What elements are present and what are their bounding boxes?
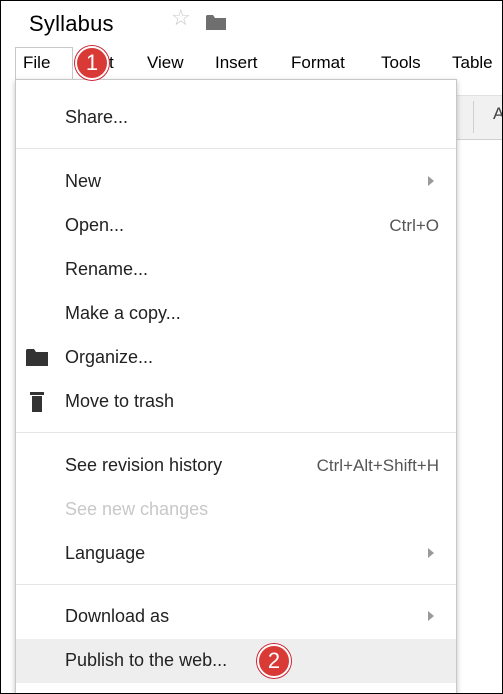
menu-item-label: Rename... [65, 259, 149, 279]
menu-item-label: Make a copy... [65, 303, 181, 323]
menu-item-label: Organize... [65, 347, 154, 367]
menu-view[interactable]: View [147, 53, 184, 73]
document-title[interactable]: Syllabus [29, 11, 114, 37]
menu-item-label: Share... [65, 107, 129, 127]
menu-item-label: Download as [65, 606, 170, 626]
menu-insert[interactable]: Insert [215, 53, 258, 73]
menu-table[interactable]: Table [452, 53, 493, 73]
menu-item-share[interactable]: Share... [16, 96, 456, 140]
trash-icon [30, 392, 44, 412]
menu-item-label: New [65, 171, 102, 191]
menu-item-label: See revision history [65, 455, 223, 475]
menu-item-rename[interactable]: Rename... [16, 248, 456, 292]
menu-item-label: Language [65, 543, 146, 563]
star-icon[interactable]: ☆ [171, 7, 191, 29]
menu-edit[interactable]: t [109, 53, 114, 73]
menu-item-organize[interactable]: Organize... [16, 336, 456, 380]
menu-item-label: Move to trash [65, 391, 175, 411]
menu-item-label: See new changes [65, 499, 209, 519]
submenu-arrow-icon [428, 548, 434, 558]
menu-item-download-as[interactable]: Download as [16, 595, 456, 639]
menu-item-revision-history[interactable]: See revision history Ctrl+Alt+Shift+H [16, 444, 456, 488]
menu-divider [16, 432, 456, 433]
menu-item-label: Open... [65, 215, 125, 235]
folder-icon[interactable] [206, 14, 226, 30]
file-menu-dropdown: Share... New Open... Ctrl+O Rename... Ma… [15, 79, 457, 693]
toolbar-font-button[interactable]: A [493, 104, 502, 124]
menu-item-make-copy[interactable]: Make a copy... [16, 292, 456, 336]
folder-icon [26, 349, 48, 366]
menu-item-new[interactable]: New [16, 160, 456, 204]
menu-file[interactable]: File [23, 53, 50, 73]
step-badge-2: 2 [257, 644, 291, 678]
menu-divider [16, 148, 456, 149]
menu-format[interactable]: Format [291, 53, 345, 73]
menu-item-trash[interactable]: Move to trash [16, 380, 456, 424]
menu-item-open[interactable]: Open... Ctrl+O [16, 204, 456, 248]
menu-item-new-changes: See new changes [16, 488, 456, 532]
menu-tools[interactable]: Tools [381, 53, 421, 73]
submenu-arrow-icon [428, 611, 434, 621]
menu-item-label: Publish to the web... [65, 650, 228, 670]
shortcut-label: Ctrl+O [389, 216, 439, 235]
submenu-arrow-icon [428, 176, 434, 186]
menu-item-language[interactable]: Language [16, 532, 456, 576]
screenshot-frame: Syllabus ☆ File t View Insert Format Too… [0, 0, 503, 694]
step-badge-1: 1 [75, 46, 109, 80]
toolbar-divider [473, 101, 474, 133]
menu-item-publish-to-web[interactable]: Publish to the web... [16, 639, 456, 683]
menu-divider [16, 584, 456, 585]
shortcut-label: Ctrl+Alt+Shift+H [316, 456, 439, 475]
